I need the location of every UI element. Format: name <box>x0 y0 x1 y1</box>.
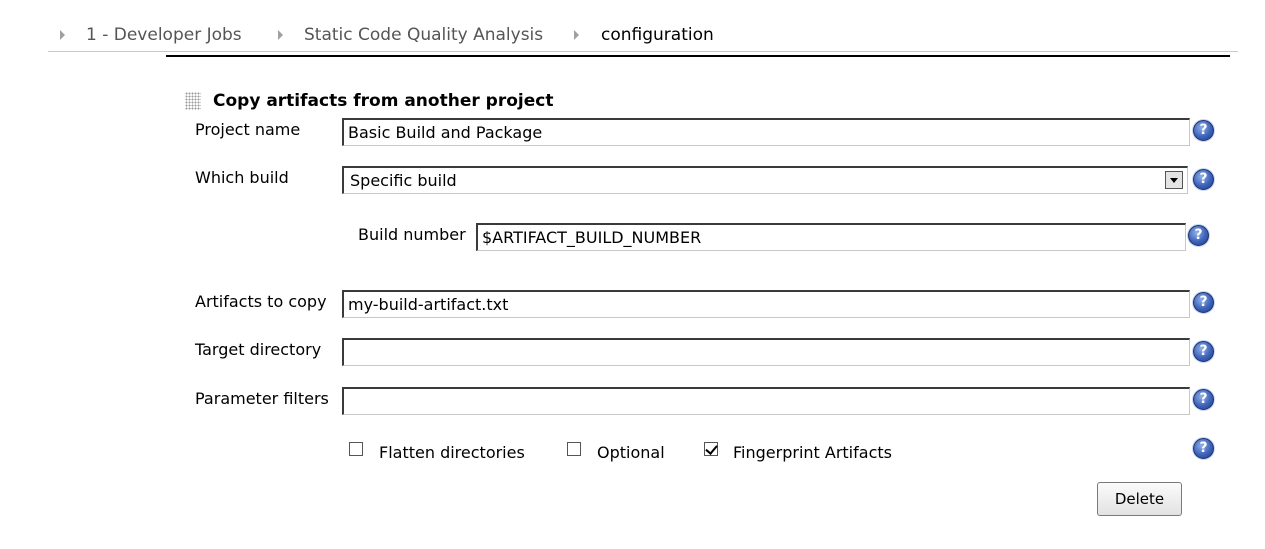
artifacts-to-copy-input[interactable] <box>342 290 1190 318</box>
flatten-directories-checkbox[interactable] <box>349 442 363 456</box>
which-build-select[interactable]: Specific build <box>342 166 1188 194</box>
project-name-label: Project name <box>195 120 301 139</box>
help-icon[interactable]: ? <box>1193 438 1214 459</box>
which-build-selected-value: Specific build <box>350 171 457 190</box>
help-icon[interactable]: ? <box>1193 389 1214 410</box>
build-number-label: Build number <box>358 225 466 244</box>
optional-label: Optional <box>597 443 665 462</box>
delete-button[interactable]: Delete <box>1097 482 1182 516</box>
target-directory-input[interactable] <box>342 338 1190 366</box>
which-build-label: Which build <box>195 168 289 187</box>
build-number-input[interactable] <box>476 223 1186 251</box>
optional-checkbox[interactable] <box>567 442 581 456</box>
breadcrumb-item-developer-jobs[interactable]: 1 - Developer Jobs <box>86 25 242 45</box>
help-icon[interactable]: ? <box>1193 120 1214 141</box>
dropdown-arrow-icon[interactable] <box>1165 171 1183 189</box>
breadcrumb-arrow-icon <box>278 30 283 40</box>
breadcrumb: 1 - Developer Jobs Static Code Quality A… <box>48 24 1238 52</box>
breadcrumb-arrow-icon <box>60 30 65 40</box>
breadcrumb-item-configuration[interactable]: configuration <box>601 25 714 45</box>
flatten-directories-label: Flatten directories <box>379 443 525 462</box>
parameter-filters-label: Parameter filters <box>195 389 329 408</box>
help-icon[interactable]: ? <box>1193 169 1214 190</box>
target-directory-label: Target directory <box>195 340 322 359</box>
artifacts-to-copy-label: Artifacts to copy <box>195 292 327 311</box>
fingerprint-artifacts-checkbox[interactable] <box>704 442 718 456</box>
help-icon[interactable]: ? <box>1193 292 1214 313</box>
fingerprint-artifacts-label: Fingerprint Artifacts <box>733 443 892 462</box>
section-title: Copy artifacts from another project <box>213 91 554 111</box>
project-name-input[interactable] <box>342 118 1190 146</box>
breadcrumb-item-static-code-quality[interactable]: Static Code Quality Analysis <box>304 25 543 45</box>
parameter-filters-input[interactable] <box>342 387 1190 415</box>
drag-grip-icon[interactable] <box>185 92 201 110</box>
breadcrumb-arrow-icon <box>574 30 579 40</box>
help-icon[interactable]: ? <box>1188 225 1209 246</box>
section-divider <box>166 55 1230 57</box>
help-icon[interactable]: ? <box>1193 341 1214 362</box>
